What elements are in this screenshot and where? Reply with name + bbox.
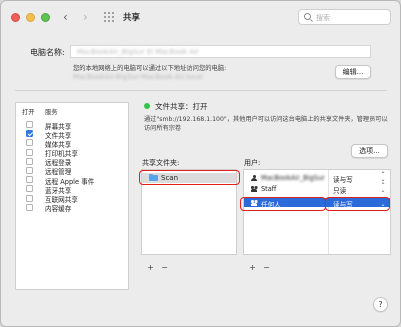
divider [15,90,387,91]
forward-arrow-icon[interactable]: › [83,10,88,24]
highlight-ring-user [240,197,326,211]
title-bar: ‹ › 共享 搜索 [1,1,400,33]
service-name: 内容缓存 [45,205,72,214]
header-on: 打开 [22,109,35,116]
service-item-remote-management[interactable]: 远程管理 [16,166,128,176]
service-item-screen-sharing[interactable]: 屏幕共享 [16,120,128,131]
permission-select[interactable]: 只读 [333,185,346,195]
search-icon [304,13,311,20]
service-checkbox[interactable] [26,157,33,165]
computer-name-value: MacBookAir_BigSur El MacBook Air [77,48,199,56]
user-add-remove: + − [247,263,272,272]
service-item-remote-apple-events[interactable]: 远程 Apple 事件 [16,175,128,186]
user-row[interactable]: Staff 只读 ⌃ ⌄ [244,183,390,195]
users-label: 用户: [244,159,261,167]
service-checkbox[interactable] [26,139,33,147]
file-sharing-status: 文件共享：打开 [155,102,208,111]
service-item-printer-sharing[interactable]: 打印机共享 [16,148,128,158]
zoom-window-button[interactable] [41,13,50,22]
file-sharing-description: 通过"smb://192.168.1.100"，其他用户可以访问这台电脑上的共享… [144,116,388,132]
service-checkbox-checked[interactable] [26,130,33,138]
user-name: Staff [261,184,277,193]
computer-name-field[interactable]: MacBookAir_BigSur El MacBook Air [70,45,371,58]
window-title: 共享 [123,13,141,23]
help-button[interactable]: ? [373,297,388,312]
service-checkbox[interactable] [26,166,33,174]
service-item-internet-sharing[interactable]: 互联网共享 [16,194,128,204]
service-item-file-sharing[interactable]: 文件共享 [16,129,128,140]
add-folder-button[interactable]: + [145,263,156,272]
show-all-grid-icon[interactable] [104,12,114,22]
edit-button[interactable]: 编辑... [335,65,371,79]
service-checkbox[interactable] [26,185,33,193]
add-user-button[interactable]: + [247,263,258,272]
local-network-note: 您的本地网络上的电脑可以通过以下地址访问您的电脑: [73,65,227,72]
users-list: MacBookAir_BigSur 读与写 ⌃ ⌄ Staff 只读 ⌃ ⌄ 任何人… [243,169,391,255]
service-checkbox[interactable] [26,121,33,128]
minimize-window-button[interactable] [26,13,35,22]
chevron-updown-icon[interactable]: ⌃ ⌄ [380,172,386,182]
search-placeholder: 搜索 [316,14,330,22]
sharing-window: ‹ › 共享 搜索 电脑名称: MacBookAir_BigSur El Mac… [0,0,401,327]
computer-name-label: 电脑名称: [30,48,65,57]
column-divider [328,170,329,254]
service-item-remote-login[interactable]: 远程登录 [16,157,128,167]
local-address: MacBookAir-BigSur-MacBook-Air.local [73,73,203,81]
permission-select[interactable]: 读与写 [333,174,353,184]
options-button[interactable]: 选项... [351,144,388,158]
status-indicator [144,103,150,109]
folder-add-remove: + − [145,263,170,272]
header-service: 服务 [45,109,58,116]
shared-folders-label: 共享文件夹: [142,159,180,167]
service-checkbox[interactable] [26,203,33,211]
service-checkbox[interactable] [26,194,33,202]
remove-user-button[interactable]: − [261,263,272,272]
remove-folder-button[interactable]: − [159,263,170,272]
service-item-bluetooth-sharing[interactable]: 蓝牙共享 [16,184,128,195]
highlight-ring-permission [325,197,390,211]
services-header: 打开 服务 [16,103,128,117]
service-item-media-sharing[interactable]: 媒体共享 [16,138,128,149]
services-list: 打开 服务 屏幕共享 文件共享 媒体共享 打印机共享 远程登录 远程管理 远程 … [15,102,129,290]
service-checkbox[interactable] [26,176,33,184]
close-window-button[interactable] [11,13,20,22]
service-item-content-caching[interactable]: 内容缓存 [16,203,128,214]
chevron-updown-icon[interactable]: ⌃ ⌄ [380,183,386,193]
user-row[interactable]: MacBookAir_BigSur 读与写 ⌃ ⌄ [244,172,390,184]
user-name: MacBookAir_BigSur [261,174,325,182]
highlight-ring-folder [139,170,240,185]
back-arrow-icon[interactable]: ‹ [63,10,68,24]
search-field[interactable]: 搜索 [298,9,391,25]
person-icon [251,174,257,181]
group-icon [251,186,257,192]
service-checkbox[interactable] [26,148,33,156]
